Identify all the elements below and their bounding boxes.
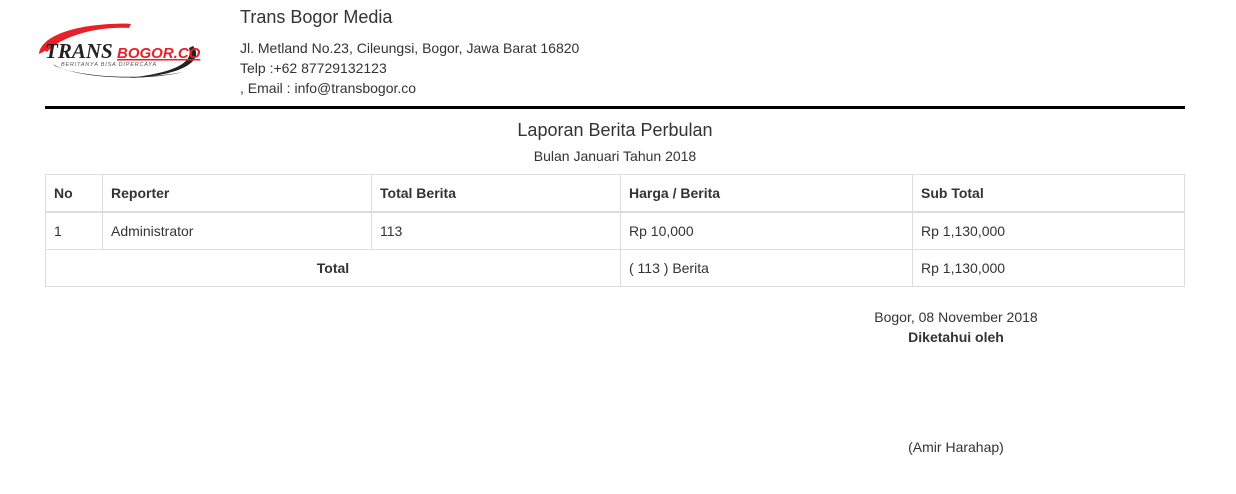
signature-place-date: Bogor, 08 November 2018 (874, 309, 1038, 325)
header-harga-berita: Harga / Berita (620, 174, 913, 213)
header-total-berita: Total Berita (371, 174, 621, 213)
table-body: 1 Administrator 113 Rp 10,000 Rp 1,130,0… (45, 211, 1185, 287)
company-name: Trans Bogor Media (240, 7, 393, 27)
total-berita-count: ( 113 ) Berita (620, 249, 913, 287)
header-divider (45, 106, 1185, 109)
cell-harga-berita: Rp 10,000 (620, 211, 913, 250)
signature-name: (Amir Harahap) (908, 439, 1004, 455)
company-email: , Email : info@transbogor.co (240, 80, 417, 96)
company-address: Jl. Metland No.23, Cileungsi, Bogor, Jaw… (240, 40, 580, 56)
total-sub-total: Rp 1,130,000 (912, 249, 1185, 287)
logo-text-main: TRANS (45, 39, 113, 63)
header-no: No (45, 174, 103, 213)
cell-total-berita: 113 (371, 211, 621, 250)
company-info: Trans Bogor Media Jl. Metland No.23, Cil… (240, 6, 579, 98)
signature-block: Bogor, 08 November 2018 Diketahui oleh (… (856, 307, 1056, 457)
company-phone: Telp :+62 87729132123 (240, 60, 387, 76)
logo-graphic: TRANS BOGOR.CO BERITANYA BISA DIPERCAYA (39, 23, 201, 78)
logo-tagline: BERITANYA BISA DIPERCAYA (61, 62, 157, 68)
company-logo: TRANS BOGOR.CO BERITANYA BISA DIPERCAYA (33, 20, 205, 84)
report-subtitle: Bulan Januari Tahun 2018 (533, 148, 697, 164)
report-table: No Reporter Total Berita Harga / Berita … (45, 174, 1185, 287)
table-header: No Reporter Total Berita Harga / Berita … (45, 174, 1185, 213)
total-label: Total (45, 249, 621, 287)
cell-no: 1 (45, 211, 103, 250)
signature-known-by: Diketahui oleh (908, 329, 1004, 345)
header-reporter: Reporter (102, 174, 372, 213)
table-header-row: No Reporter Total Berita Harga / Berita … (45, 174, 1185, 213)
table-row: 1 Administrator 113 Rp 10,000 Rp 1,130,0… (45, 211, 1185, 250)
logo-text-accent: BOGOR.CO (117, 45, 201, 62)
cell-sub-total: Rp 1,130,000 (912, 211, 1185, 250)
cell-reporter: Administrator (102, 211, 372, 250)
header-sub-total: Sub Total (912, 174, 1185, 213)
table-total-row: Total ( 113 ) Berita Rp 1,130,000 (45, 249, 1185, 287)
report-title: Laporan Berita Perbulan (517, 120, 713, 140)
